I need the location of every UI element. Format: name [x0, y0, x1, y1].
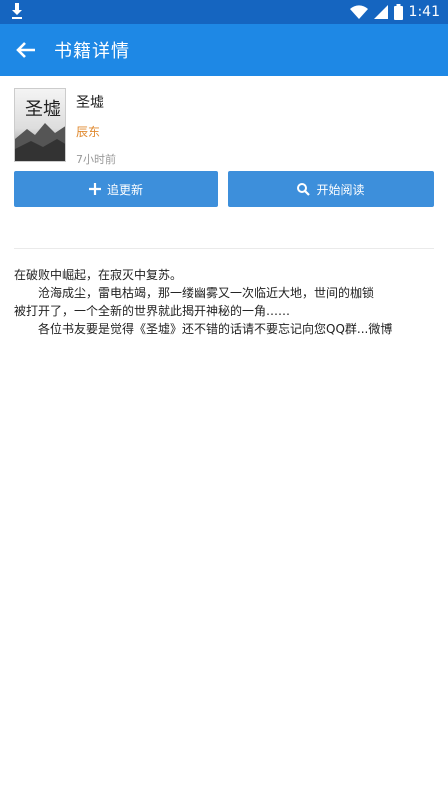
app-bar: 书籍详情 — [0, 24, 448, 76]
intro-line: 被打开了，一个全新的世界就此揭开神秘的一角…… — [14, 304, 291, 318]
download-icon — [12, 3, 22, 19]
follow-updates-label: 追更新 — [106, 182, 143, 197]
search-icon — [297, 182, 311, 196]
signal-icon — [373, 5, 388, 19]
book-intro: 在破败中崛起，在寂灭中复苏。 沧海成尘，雷电枯竭，那一缕幽雾又一次临近大地，世间… — [14, 266, 434, 338]
status-bar: 1:41 — [0, 0, 448, 24]
arrow-left-icon — [16, 42, 35, 58]
plus-icon — [88, 183, 101, 195]
clock: 1:41 — [408, 4, 440, 20]
book-cover[interactable]: 圣墟 — [14, 88, 66, 162]
cover-title: 圣墟 — [25, 99, 61, 120]
intro-line: 各位书友要是觉得《圣墟》还不错的话请不要忘记向您QQ群...微博 — [38, 322, 393, 336]
start-reading-button[interactable]: 开始阅读 — [228, 171, 434, 207]
page-title: 书籍详情 — [54, 41, 130, 62]
wifi-icon — [349, 5, 368, 19]
battery-icon — [393, 4, 403, 20]
updated-time: 7小时前 — [76, 153, 116, 166]
start-reading-label: 开始阅读 — [316, 182, 365, 197]
book-header: 圣墟 圣墟 辰东 7小时前 — [14, 88, 434, 166]
book-author[interactable]: 辰东 — [76, 123, 116, 140]
divider — [14, 248, 434, 249]
intro-line: 沧海成尘，雷电枯竭，那一缕幽雾又一次临近大地，世间的枷锁 — [38, 286, 375, 300]
follow-updates-button[interactable]: 追更新 — [14, 171, 218, 207]
back-button[interactable] — [0, 24, 52, 76]
book-title: 圣墟 — [76, 95, 104, 111]
intro-line: 在破败中崛起，在寂灭中复苏。 — [14, 268, 183, 282]
cover-art: 圣墟 — [15, 99, 65, 161]
